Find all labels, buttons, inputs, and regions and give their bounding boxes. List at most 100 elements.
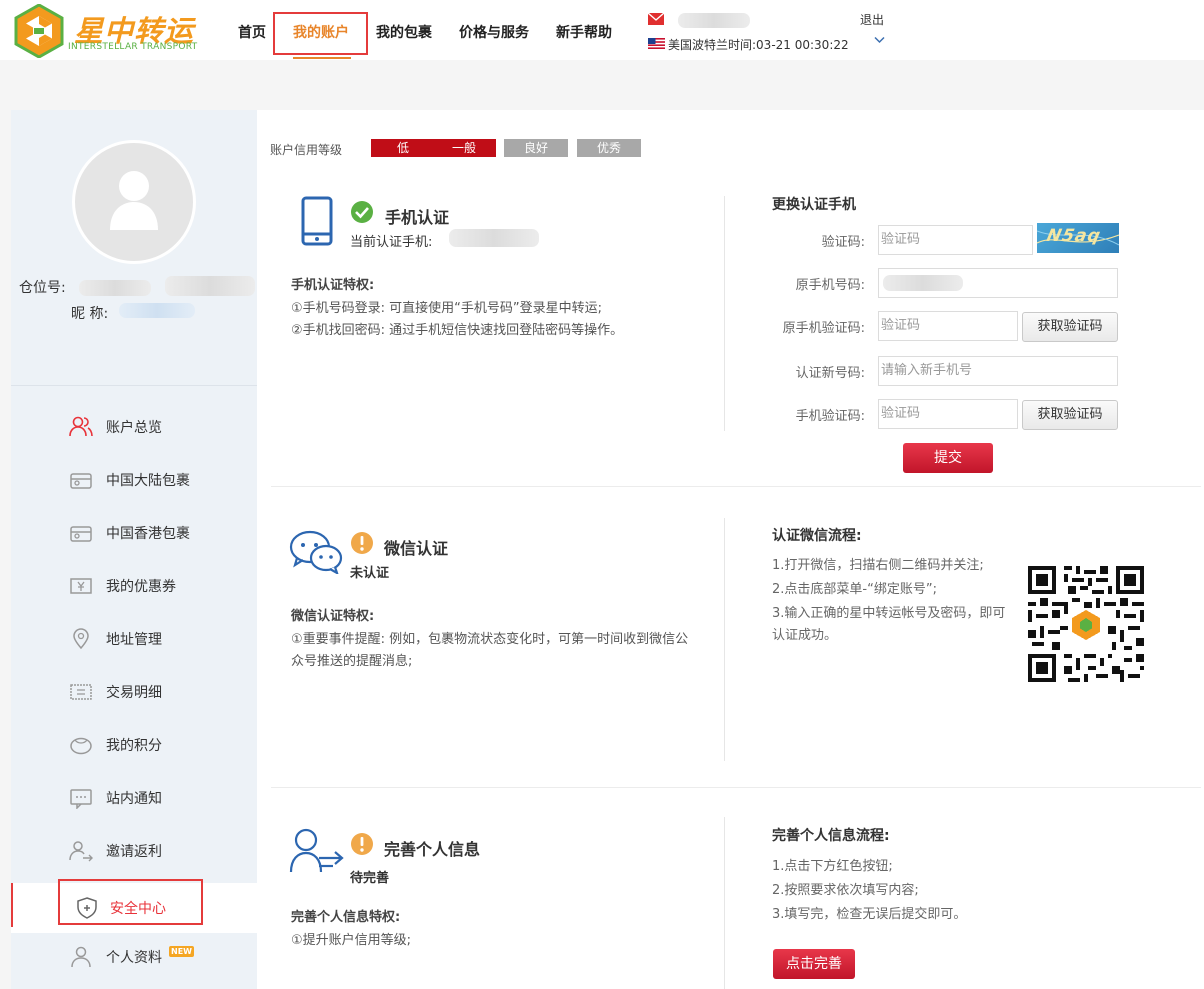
phone-privileges-title: 手机认证特权:	[291, 278, 375, 293]
mail-icon[interactable]	[648, 13, 664, 25]
old-phone-blurred	[883, 275, 963, 291]
phone-auth-title: 手机认证	[385, 208, 450, 227]
profile-step-3: 3.填写完，检查无误后提交即可。	[772, 907, 967, 922]
phone-privilege-2: ②手机找回密码: 通过手机短信快速找回登陆密码等操作。	[291, 323, 624, 338]
sidebar-item-address-management[interactable]: 地址管理	[11, 614, 257, 664]
sidebar-item-label: 站内通知	[106, 791, 162, 807]
user-email-blurred	[678, 13, 750, 28]
sidebar-item-label: 个人资料	[106, 950, 162, 966]
nickname-label: 昵 称:	[71, 306, 109, 322]
us-flag-icon	[648, 38, 665, 49]
points-icon	[70, 737, 92, 755]
warehouse-label: 仓位号:	[19, 280, 66, 296]
profile-step-1: 1.点击下方红色按钮;	[772, 859, 893, 874]
sidebar-divider	[11, 385, 257, 386]
time-value: 03-21 00:30:22	[756, 38, 849, 52]
sidebar-item-label: 中国香港包裹	[106, 526, 190, 542]
captcha-image[interactable]: N5aq	[1037, 223, 1119, 253]
nav-home[interactable]: 首页	[238, 22, 266, 42]
new-badge: NEW	[169, 946, 194, 957]
brand-logo[interactable]: 星中转运 INTERSTELLAR TRANSPORT	[14, 4, 204, 58]
sidebar-item-account-overview[interactable]: 账户总览	[11, 402, 257, 452]
nav-active-highlight	[273, 12, 368, 55]
get-phone-code-button[interactable]: 获取验证码	[1022, 400, 1118, 430]
nav-my-packages[interactable]: 我的包裹	[376, 22, 432, 42]
profile-title: 完善个人信息	[384, 840, 481, 859]
verified-check-icon	[351, 201, 373, 223]
old-phone-code-input[interactable]: 验证码	[878, 311, 1018, 341]
phone-code-label: 手机验证码:	[795, 409, 865, 424]
captcha-input[interactable]: 验证码	[878, 225, 1033, 255]
warning-icon	[351, 833, 373, 855]
nav-beginner-help[interactable]: 新手帮助	[556, 22, 612, 42]
current-phone-blurred	[449, 229, 539, 247]
get-old-code-button[interactable]: 获取验证码	[1022, 312, 1118, 342]
logo-hexagon-icon	[14, 4, 64, 58]
logout-link[interactable]: 退出	[860, 11, 884, 28]
profile-privileges-title: 完善个人信息特权:	[291, 910, 401, 925]
wechat-step-3: 3.输入正确的星中转运帐号及密码，即可认证成功。	[772, 606, 1006, 643]
wechat-qr-code[interactable]	[1027, 566, 1145, 682]
warning-icon	[351, 532, 373, 554]
credit-level-label: 账户信用等级	[270, 143, 343, 157]
wechat-section-divider	[724, 518, 725, 761]
sidebar-item-label: 中国大陆包裹	[106, 473, 190, 489]
message-icon	[70, 789, 92, 809]
sidebar-item-label: 地址管理	[106, 632, 162, 648]
wechat-flow-title: 认证微信流程:	[772, 528, 862, 544]
old-phone-code-label: 原手机验证码:	[782, 321, 865, 336]
sidebar-item-invite-rebate[interactable]: 邀请返利	[11, 826, 257, 876]
credit-level-excellent: 优秀	[577, 139, 641, 157]
old-phone-input	[878, 268, 1118, 298]
sidebar-item-security-center[interactable]: 安全中心	[11, 879, 257, 933]
warehouse-number-blurred	[79, 280, 151, 296]
coupon-icon	[70, 578, 92, 594]
profile-status: 待完善	[350, 871, 390, 886]
profile-section-divider	[724, 817, 725, 989]
default-avatar-icon	[110, 171, 158, 230]
section-divider-2	[271, 787, 1201, 788]
phone-privilege-1: ①手机号码登录: 可直接使用“手机号码”登录星中转运;	[291, 301, 603, 316]
sidebar-item-label: 交易明细	[106, 685, 162, 701]
sidebar-item-my-points[interactable]: 我的积分	[11, 720, 257, 770]
package-icon	[70, 473, 92, 489]
captcha-text: N5aq	[1044, 226, 1103, 246]
sidebar-item-label: 邀请返利	[106, 844, 162, 860]
active-indicator	[11, 883, 13, 927]
shield-icon	[77, 897, 97, 919]
security-center-main: 账户信用等级 低 一般 良好 优秀 手机认证 当前认证手机: 手机认证特权: ①…	[257, 110, 1204, 989]
sidebar-item-personal-info[interactable]: 个人资料 NEW	[11, 932, 257, 982]
credit-level-good: 良好	[504, 139, 568, 157]
user-group-icon	[69, 416, 93, 437]
person-icon	[71, 946, 91, 968]
wechat-privileges-title: 微信认证特权:	[291, 609, 375, 624]
profile-step-2: 2.按照要求依次填写内容;	[772, 883, 919, 898]
sidebar-item-mainland-packages[interactable]: 中国大陆包裹	[11, 455, 257, 505]
phone-code-input[interactable]: 验证码	[878, 399, 1018, 429]
sidebar-item-hongkong-packages[interactable]: 中国香港包裹	[11, 508, 257, 558]
location-pin-icon	[73, 628, 89, 650]
new-phone-input[interactable]: 请输入新手机号	[878, 356, 1118, 386]
credit-level-normal: 一般	[432, 139, 496, 157]
mobile-phone-icon	[301, 196, 333, 246]
time-label: 美国波特兰时间:	[668, 38, 757, 52]
sidebar-item-transaction-details[interactable]: 交易明细	[11, 667, 257, 717]
section-divider-1	[271, 486, 1201, 487]
nav-pricing-services[interactable]: 价格与服务	[459, 22, 529, 42]
chevron-down-icon[interactable]	[874, 36, 885, 44]
sidebar-item-label: 账户总览	[106, 420, 162, 436]
complete-profile-button[interactable]: 点击完善	[773, 949, 855, 979]
user-arrow-icon	[289, 828, 344, 873]
nav-active-underline	[293, 57, 351, 59]
wechat-status: 未认证	[350, 566, 390, 581]
sidebar-item-label: 安全中心	[110, 901, 166, 917]
submit-button[interactable]: 提交	[903, 443, 993, 473]
warehouse-number-blurred-2	[165, 276, 255, 296]
sidebar-item-site-notifications[interactable]: 站内通知	[11, 773, 257, 823]
change-phone-title: 更换认证手机	[772, 197, 856, 213]
current-phone-label: 当前认证手机:	[350, 235, 433, 250]
wechat-step-1: 1.打开微信，扫描右侧二维码并关注;	[772, 558, 984, 573]
avatar[interactable]	[72, 140, 196, 264]
wechat-step-2: 2.点击底部菜单-“绑定账号”;	[772, 582, 937, 597]
sidebar-item-my-coupons[interactable]: 我的优惠券	[11, 561, 257, 611]
